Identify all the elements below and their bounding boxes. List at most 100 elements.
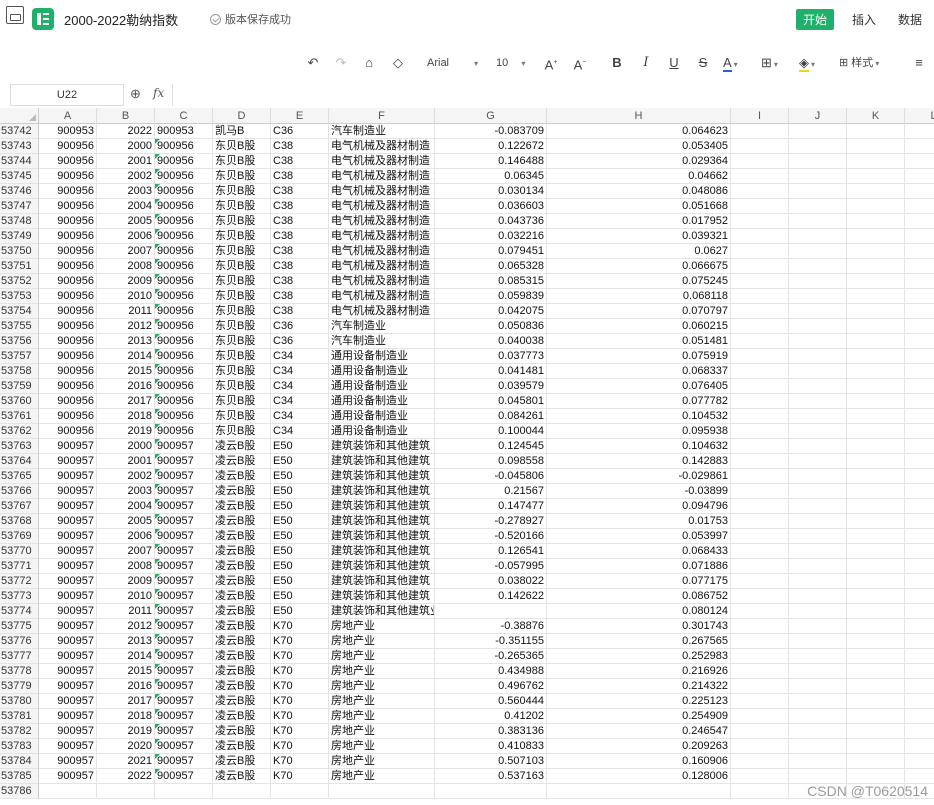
cell-i[interactable] xyxy=(731,709,789,724)
cell-g[interactable]: 0.507103 xyxy=(435,754,547,769)
fx-icon[interactable]: fx xyxy=(153,86,164,100)
cell-c[interactable]: 900957 xyxy=(155,469,213,484)
cell-c[interactable]: 900957 xyxy=(155,694,213,709)
cell-name-box[interactable]: U22 xyxy=(10,84,124,106)
cell-l[interactable] xyxy=(905,349,934,364)
cell-k[interactable] xyxy=(847,604,905,619)
cell-l[interactable] xyxy=(905,124,934,139)
cell-f[interactable]: 房地产业 xyxy=(329,769,435,784)
cell-i[interactable] xyxy=(731,559,789,574)
cell-f[interactable]: 电气机械及器材制造 xyxy=(329,139,435,154)
cell-h[interactable]: 0.068433 xyxy=(547,544,731,559)
cell-b[interactable]: 2000 xyxy=(97,139,155,154)
cell-f[interactable]: 建筑装饰和其他建筑 xyxy=(329,589,435,604)
row-header[interactable]: 53764 xyxy=(0,454,39,469)
cell-b[interactable]: 2022 xyxy=(97,769,155,784)
cell-c[interactable]: 900957 xyxy=(155,484,213,499)
cell-e[interactable]: C36 xyxy=(271,319,329,334)
cell-a[interactable] xyxy=(39,784,97,799)
cell-k[interactable] xyxy=(847,379,905,394)
cell-h[interactable]: 0.246547 xyxy=(547,724,731,739)
cell-l[interactable] xyxy=(905,274,934,289)
cell-j[interactable] xyxy=(789,199,847,214)
cell-l[interactable] xyxy=(905,199,934,214)
cell-k[interactable] xyxy=(847,349,905,364)
cell-k[interactable] xyxy=(847,619,905,634)
cell-d[interactable]: 凌云B股 xyxy=(213,604,271,619)
row-header[interactable]: 53780 xyxy=(0,694,39,709)
cell-e[interactable]: K70 xyxy=(271,619,329,634)
cell-e[interactable]: K70 xyxy=(271,709,329,724)
cell-f[interactable]: 通用设备制造业 xyxy=(329,394,435,409)
row-header[interactable]: 53782 xyxy=(0,724,39,739)
bold-icon[interactable]: B xyxy=(608,52,626,74)
cell-l[interactable] xyxy=(905,559,934,574)
cell-c[interactable]: 900957 xyxy=(155,514,213,529)
cell-j[interactable] xyxy=(789,169,847,184)
cell-k[interactable] xyxy=(847,469,905,484)
cell-d[interactable]: 凌云B股 xyxy=(213,484,271,499)
cell-b[interactable]: 2012 xyxy=(97,319,155,334)
cell-f[interactable]: 房地产业 xyxy=(329,739,435,754)
cell-a[interactable]: 900957 xyxy=(39,529,97,544)
cell-g[interactable]: -0.083709 xyxy=(435,124,547,139)
cell-c[interactable]: 900956 xyxy=(155,409,213,424)
cell-b[interactable]: 2006 xyxy=(97,529,155,544)
cell-l[interactable] xyxy=(905,139,934,154)
cell-e[interactable]: E50 xyxy=(271,559,329,574)
cell-e[interactable]: C36 xyxy=(271,334,329,349)
cell-k[interactable] xyxy=(847,559,905,574)
row-header[interactable]: 53748 xyxy=(0,214,39,229)
redo-icon[interactable]: ↷ xyxy=(332,52,350,74)
row-header[interactable]: 53771 xyxy=(0,559,39,574)
cell-j[interactable] xyxy=(789,184,847,199)
cell-a[interactable]: 900956 xyxy=(39,244,97,259)
cell-d[interactable] xyxy=(213,784,271,799)
cell-i[interactable] xyxy=(731,124,789,139)
cell-e[interactable]: C34 xyxy=(271,409,329,424)
cell-l[interactable] xyxy=(905,379,934,394)
cell-g[interactable]: 0.045801 xyxy=(435,394,547,409)
cell-c[interactable]: 900957 xyxy=(155,604,213,619)
cell-d[interactable]: 凌云B股 xyxy=(213,679,271,694)
cell-h[interactable]: 0.017952 xyxy=(547,214,731,229)
row-header[interactable]: 53744 xyxy=(0,154,39,169)
cell-f[interactable]: 房地产业 xyxy=(329,634,435,649)
cell-d[interactable]: 凌云B股 xyxy=(213,559,271,574)
cell-b[interactable]: 2014 xyxy=(97,349,155,364)
cell-a[interactable]: 900957 xyxy=(39,589,97,604)
cell-k[interactable] xyxy=(847,304,905,319)
cell-f[interactable]: 电气机械及器材制造 xyxy=(329,184,435,199)
cell-h[interactable]: 0.301743 xyxy=(547,619,731,634)
row-header[interactable]: 53766 xyxy=(0,484,39,499)
cell-j[interactable] xyxy=(789,214,847,229)
cell-a[interactable]: 900956 xyxy=(39,304,97,319)
cell-a[interactable]: 900956 xyxy=(39,199,97,214)
row-header[interactable]: 53763 xyxy=(0,439,39,454)
cell-j[interactable] xyxy=(789,139,847,154)
cell-c[interactable]: 900956 xyxy=(155,169,213,184)
cell-d[interactable]: 东贝B股 xyxy=(213,319,271,334)
cell-b[interactable]: 2008 xyxy=(97,559,155,574)
cell-f[interactable]: 汽车制造业 xyxy=(329,319,435,334)
cell-k[interactable] xyxy=(847,214,905,229)
cell-g[interactable]: 0.100044 xyxy=(435,424,547,439)
cell-i[interactable] xyxy=(731,514,789,529)
cell-l[interactable] xyxy=(905,664,934,679)
cell-l[interactable] xyxy=(905,469,934,484)
cell-c[interactable]: 900957 xyxy=(155,769,213,784)
cell-h[interactable]: 0.086752 xyxy=(547,589,731,604)
row-header[interactable]: 53753 xyxy=(0,289,39,304)
cell-h[interactable]: 0.267565 xyxy=(547,634,731,649)
cell-l[interactable] xyxy=(905,724,934,739)
cell-e[interactable]: K70 xyxy=(271,664,329,679)
cell-j[interactable] xyxy=(789,499,847,514)
cell-k[interactable] xyxy=(847,739,905,754)
strikethrough-icon[interactable]: S xyxy=(694,52,712,74)
select-all-corner[interactable] xyxy=(0,108,39,124)
row-header[interactable]: 53773 xyxy=(0,589,39,604)
cell-d[interactable]: 东贝B股 xyxy=(213,289,271,304)
cell-a[interactable]: 900956 xyxy=(39,289,97,304)
cell-d[interactable]: 凌云B股 xyxy=(213,619,271,634)
cell-h[interactable]: 0.053997 xyxy=(547,529,731,544)
